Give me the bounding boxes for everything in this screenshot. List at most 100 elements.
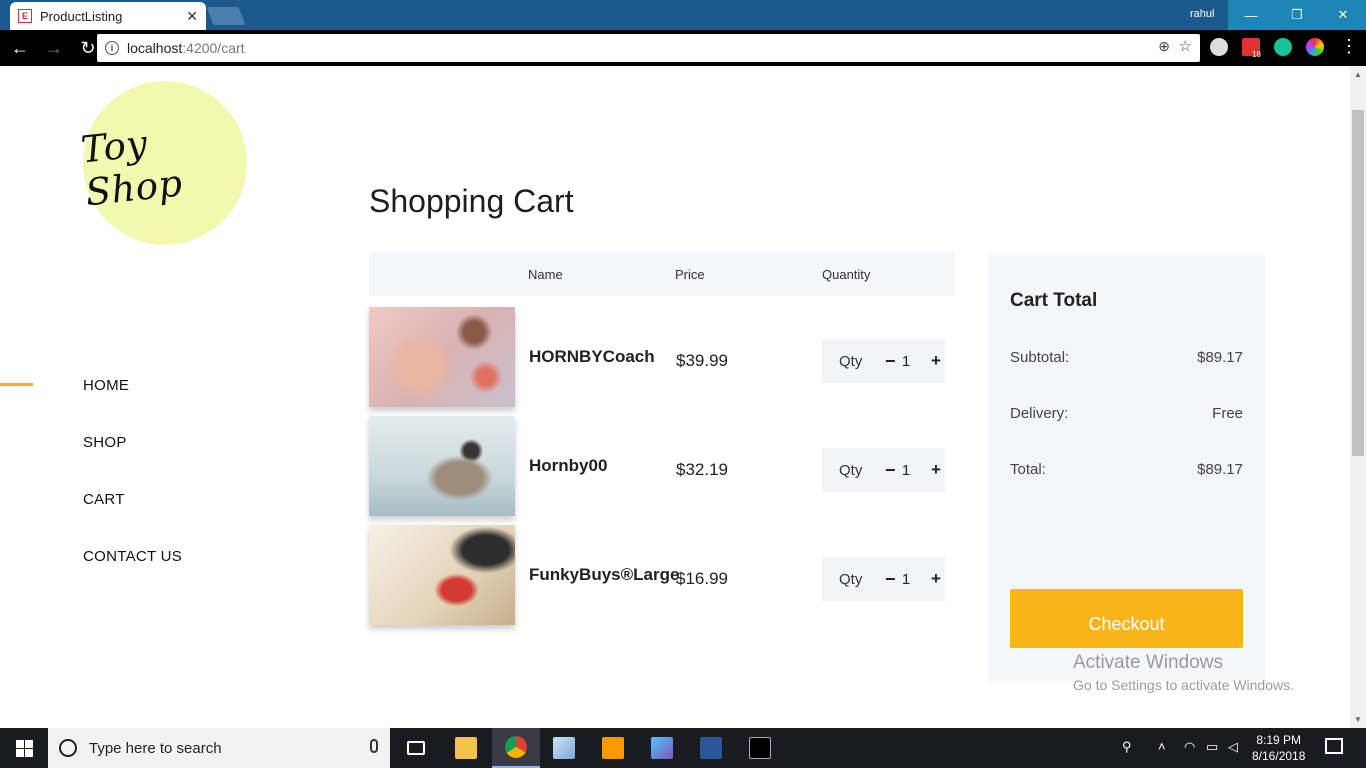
tab-title: ProductListing: [40, 8, 123, 24]
info-icon[interactable]: i: [105, 41, 119, 55]
cart-total-title: Cart Total: [1010, 290, 1098, 311]
app-icon[interactable]: [638, 728, 686, 768]
quantity-stepper: Qty − 1 +: [822, 448, 945, 492]
increase-quantity-button[interactable]: +: [931, 460, 941, 480]
product-image[interactable]: [369, 525, 515, 625]
forward-arrow-icon[interactable]: →: [40, 38, 68, 59]
people-icon[interactable]: ⚲: [1122, 739, 1132, 755]
volume-icon[interactable]: ◁: [1228, 739, 1238, 755]
product-name[interactable]: FunkyBuys®Large: [529, 565, 679, 585]
profile-name[interactable]: rahul: [1190, 8, 1214, 20]
windows-taskbar: Type here to search ⚲ ˄ ◠ ▭ ◁ 8:19 PM 8/…: [0, 728, 1366, 768]
column-price: Price: [675, 267, 705, 282]
delivery-row: Delivery: Free: [1010, 405, 1243, 422]
extension-badge: 18: [1252, 50, 1261, 59]
quantity-value[interactable]: 1: [897, 353, 915, 370]
back-arrow-icon[interactable]: ←: [6, 38, 34, 59]
paint-icon[interactable]: [540, 728, 588, 768]
scrollbar-thumb[interactable]: [1352, 110, 1364, 456]
app-glyph: [651, 737, 673, 759]
nav-home[interactable]: HOME: [83, 377, 129, 394]
decrease-quantity-button[interactable]: −: [885, 351, 896, 372]
minimize-button[interactable]: —: [1228, 0, 1274, 30]
qty-label: Qty: [839, 461, 863, 479]
bookmark-star-icon[interactable]: ☆: [1179, 37, 1192, 55]
task-view-icon[interactable]: [392, 728, 440, 768]
column-quantity: Quantity: [822, 267, 871, 282]
zoom-icon[interactable]: ⊕: [1158, 38, 1170, 55]
table-row: HORNBYCoach $39.99 Qty − 1 +: [369, 307, 955, 407]
color-picker-extension-icon[interactable]: [1306, 38, 1324, 56]
qty-label: Qty: [839, 352, 863, 370]
close-window-button[interactable]: ✕: [1320, 0, 1366, 30]
product-name[interactable]: Hornby00: [529, 456, 607, 476]
page-scrollbar[interactable]: ▲ ▼: [1350, 66, 1366, 728]
logo-text: Toy Shop: [78, 121, 185, 215]
nav-contact-us[interactable]: CONTACT US: [83, 548, 182, 565]
subtotal-row: Subtotal: $89.17: [1010, 349, 1243, 366]
paint-glyph: [553, 737, 575, 759]
increase-quantity-button[interactable]: +: [931, 569, 941, 589]
activate-windows-watermark: Activate Windows Go to Settings to activ…: [1073, 652, 1294, 693]
word-icon[interactable]: [687, 728, 735, 768]
qty-label: Qty: [839, 570, 863, 588]
product-image[interactable]: [369, 416, 515, 516]
address-bar[interactable]: i localhost:4200/cart ⊕ ☆: [97, 34, 1200, 62]
search-placeholder: Type here to search: [89, 739, 222, 757]
browser-tab[interactable]: E ProductListing ✕: [10, 2, 206, 30]
quantity-value[interactable]: 1: [897, 571, 915, 588]
url-path: :4200/cart: [182, 40, 245, 56]
delivery-value: Free: [1212, 405, 1243, 422]
nav-shop[interactable]: SHOP: [83, 434, 127, 451]
increase-quantity-button[interactable]: +: [931, 351, 941, 371]
new-tab-button[interactable]: [206, 7, 246, 25]
start-button[interactable]: [0, 728, 48, 768]
cortana-icon: [59, 739, 77, 757]
task-view-glyph: [407, 741, 425, 755]
subtotal-label: Subtotal:: [1010, 349, 1070, 366]
table-header: Name Price Quantity: [369, 252, 955, 296]
nav-cart[interactable]: CART: [83, 491, 125, 508]
subtotal-value: $89.17: [1197, 349, 1243, 366]
sublime-glyph: [602, 737, 624, 759]
sublime-text-icon[interactable]: [589, 728, 637, 768]
action-center-icon[interactable]: [1325, 738, 1343, 754]
folder-glyph: [455, 737, 477, 759]
decrease-quantity-button[interactable]: −: [885, 460, 896, 481]
battery-icon[interactable]: ▭: [1206, 739, 1218, 755]
clock-date: 8/16/2018: [1252, 749, 1306, 763]
cart-table: Name Price Quantity HORNBYCoach $39.99 Q…: [369, 252, 955, 625]
restore-button[interactable]: ❐: [1274, 0, 1320, 30]
chrome-taskbar-icon[interactable]: [492, 728, 540, 768]
chrome-glyph: [505, 736, 527, 758]
product-image[interactable]: [369, 307, 515, 407]
close-tab-icon[interactable]: ✕: [186, 8, 198, 25]
cart-total-panel: Cart Total Subtotal: $89.17 Delivery: Fr…: [988, 255, 1265, 681]
total-row: Total: $89.17: [1010, 461, 1243, 478]
quantity-stepper: Qty − 1 +: [822, 339, 945, 383]
menu-kebab-icon[interactable]: ⋮: [1340, 36, 1358, 57]
checkout-button[interactable]: Checkout: [1010, 589, 1243, 648]
microphone-icon[interactable]: [370, 739, 378, 753]
product-price: $32.19: [676, 460, 728, 479]
page-content: Toy Shop HOME SHOP CART CONTACT US Shopp…: [0, 66, 1350, 728]
word-glyph: [700, 737, 722, 759]
scroll-down-arrow-icon[interactable]: ▼: [1354, 715, 1362, 724]
grammarly-extension-icon[interactable]: [1274, 38, 1292, 56]
product-name[interactable]: HORNBYCoach: [529, 347, 655, 367]
scroll-up-arrow-icon[interactable]: ▲: [1354, 70, 1362, 79]
show-hidden-icons-chevron-icon[interactable]: ˄: [1158, 739, 1166, 754]
extension-icon[interactable]: [1210, 38, 1228, 56]
command-prompt-icon[interactable]: [736, 728, 784, 768]
browser-titlebar: E ProductListing ✕ rahul — ❐ ✕: [0, 0, 1366, 30]
decrease-quantity-button[interactable]: −: [885, 569, 896, 590]
file-explorer-icon[interactable]: [442, 728, 490, 768]
network-icon[interactable]: ◠: [1184, 739, 1195, 755]
browser-toolbar: ← → ↻ i localhost:4200/cart ⊕ ☆ 18 ⋮: [0, 30, 1366, 66]
taskbar-search[interactable]: Type here to search: [48, 728, 390, 768]
toy-shop-logo[interactable]: Toy Shop: [79, 81, 247, 245]
table-row: Hornby00 $32.19 Qty − 1 +: [369, 416, 955, 516]
column-name: Name: [528, 267, 563, 282]
quantity-value[interactable]: 1: [897, 462, 915, 479]
system-clock[interactable]: 8:19 PM 8/16/2018: [1252, 732, 1305, 764]
